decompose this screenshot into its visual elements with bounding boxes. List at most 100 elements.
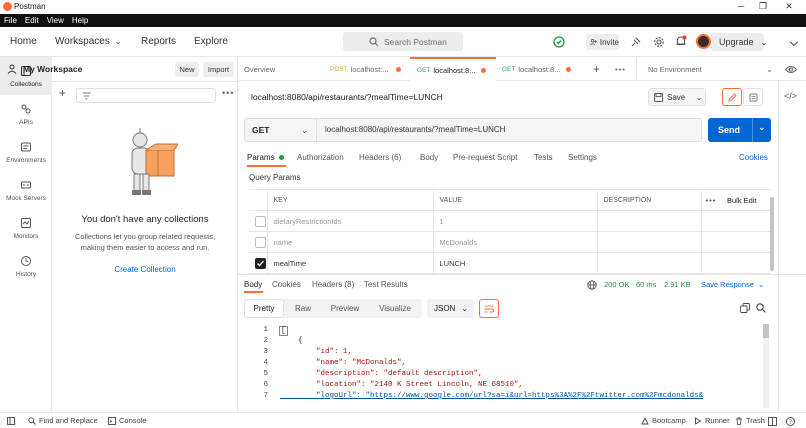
sync-status-icon[interactable]: [553, 36, 565, 48]
add-collection-icon[interactable]: +: [59, 86, 66, 100]
send-button[interactable]: Send ⌄: [708, 118, 771, 142]
environment-select[interactable]: No Environment ⌄: [648, 57, 773, 81]
code-snippet-icon[interactable]: </>: [784, 91, 797, 101]
runner-button[interactable]: Runner: [694, 416, 730, 425]
bootcamp-button[interactable]: Bootcamp: [641, 416, 686, 425]
response-body-code[interactable]: 1 [ 2 { 3 "id": 1, 4 "name": "McDonalds"…: [244, 324, 764, 410]
sidebar-item-environments[interactable]: Environments: [0, 133, 52, 171]
new-tab-icon[interactable]: +: [593, 57, 600, 81]
menu-edit[interactable]: Edit: [25, 16, 39, 25]
nav-home[interactable]: Home: [10, 36, 37, 47]
tab-response-body[interactable]: Body: [244, 280, 262, 289]
two-pane-icon[interactable]: [768, 417, 777, 426]
upgrade-button[interactable]: Upgrade ⌄: [711, 33, 767, 51]
param-value[interactable]: 1: [432, 210, 598, 232]
more-options-icon[interactable]: •••: [222, 88, 234, 98]
menu-help[interactable]: Help: [72, 16, 88, 25]
avatar[interactable]: [696, 34, 711, 49]
edit-button[interactable]: [722, 88, 742, 106]
menu-view[interactable]: View: [47, 16, 64, 25]
request-title[interactable]: localhost:8080/api/restaurants/?mealTime…: [251, 92, 443, 102]
nav-workspaces[interactable]: Workspaces ⌄: [55, 36, 122, 47]
view-pretty[interactable]: Pretty: [244, 299, 284, 318]
satellite-icon[interactable]: [630, 36, 642, 48]
nav-explore[interactable]: Explore: [194, 36, 228, 47]
view-raw[interactable]: Raw: [284, 299, 322, 318]
tab-test-results[interactable]: Test Results: [364, 280, 408, 289]
help-icon[interactable]: ?: [786, 417, 795, 426]
url-input[interactable]: localhost:8080/api/restaurants/?mealTime…: [325, 125, 505, 134]
tab-body[interactable]: Body: [420, 153, 438, 162]
param-description[interactable]: [596, 231, 702, 253]
find-replace-button[interactable]: Find and Replace: [28, 416, 98, 425]
import-button[interactable]: Import: [203, 62, 234, 77]
trash-button[interactable]: Trash: [735, 416, 765, 425]
console-button[interactable]: Console: [108, 416, 147, 425]
globe-icon[interactable]: [587, 280, 597, 290]
toggle-sidebar-icon[interactable]: [7, 417, 15, 425]
view-preview[interactable]: Preview: [322, 299, 368, 318]
create-collection-link[interactable]: Create Collection: [52, 265, 238, 274]
save-response-button[interactable]: Save Response ⌄: [701, 280, 764, 289]
param-description[interactable]: [596, 210, 702, 232]
param-checkbox[interactable]: [255, 236, 266, 248]
tab-settings[interactable]: Settings: [568, 153, 597, 162]
response-size[interactable]: 2.91 KB: [664, 280, 691, 289]
tab-request-1[interactable]: POST localhost:...: [330, 57, 410, 81]
sidebar-item-apis[interactable]: APIs: [0, 95, 52, 133]
more-tabs-icon[interactable]: •••: [615, 57, 626, 81]
tab-tests[interactable]: Tests: [534, 153, 553, 162]
param-key[interactable]: mealTime: [266, 252, 434, 274]
more-options-icon[interactable]: •••: [700, 189, 725, 211]
close-icon[interactable]: ✕: [782, 1, 796, 12]
workspace-name[interactable]: My Workspace: [23, 64, 82, 74]
param-checkbox-checked[interactable]: [255, 257, 266, 269]
tab-request-3[interactable]: GET localhost:8...: [502, 57, 582, 81]
minimize-icon[interactable]: ─: [734, 1, 748, 11]
param-key[interactable]: name: [266, 231, 434, 253]
sidebar-item-history[interactable]: History: [0, 247, 52, 285]
method-select[interactable]: GET ⌄: [245, 119, 317, 141]
menu-file[interactable]: File: [4, 16, 17, 25]
gear-icon[interactable]: [653, 36, 665, 48]
tab-response-headers[interactable]: Headers (8): [312, 280, 354, 289]
param-value[interactable]: LUNCH: [432, 252, 598, 274]
invite-button[interactable]: Invite: [586, 34, 619, 50]
maximize-icon[interactable]: ❐: [756, 1, 770, 12]
search-icon[interactable]: [756, 303, 766, 313]
response-time[interactable]: 60 ms: [636, 280, 656, 289]
param-value[interactable]: McDonalds: [432, 231, 598, 253]
code-scrollbar-thumb[interactable]: [763, 324, 769, 338]
view-visualize[interactable]: Visualize: [368, 299, 422, 318]
sidebar-item-monitors[interactable]: Monitors: [0, 209, 52, 247]
bell-icon[interactable]: [675, 35, 687, 48]
copy-icon[interactable]: [740, 303, 750, 313]
new-button[interactable]: New: [175, 62, 199, 77]
sidebar-item-collections[interactable]: Collections: [0, 57, 52, 95]
format-select[interactable]: JSON ⌄: [427, 299, 474, 318]
tab-overview[interactable]: Overview: [244, 57, 275, 81]
tab-request-2[interactable]: GET localhost:8...: [410, 57, 496, 81]
response-status[interactable]: 200 OK: [604, 280, 629, 289]
search-input[interactable]: Search Postman: [343, 32, 463, 51]
params-scrollbar[interactable]: [770, 197, 774, 271]
filter-input[interactable]: [76, 88, 216, 103]
wrap-lines-button[interactable]: [479, 299, 499, 318]
sidebar-item-mock-servers[interactable]: Mock Servers: [0, 171, 52, 209]
param-checkbox[interactable]: [255, 215, 266, 227]
documentation-button[interactable]: [743, 88, 763, 106]
param-key[interactable]: dietaryRestrictionIds: [266, 210, 434, 232]
bulk-edit-button[interactable]: Bulk Edit: [725, 189, 771, 211]
tab-headers[interactable]: Headers (6): [359, 153, 401, 162]
tab-pre-request-script[interactable]: Pre-request Script: [453, 153, 517, 162]
chevron-down-icon[interactable]: [789, 37, 799, 47]
tab-response-cookies[interactable]: Cookies: [272, 280, 301, 289]
save-options-chevron-icon[interactable]: ⌄: [692, 88, 706, 106]
tab-params[interactable]: Params: [247, 153, 284, 162]
param-description[interactable]: [596, 252, 702, 274]
nav-reports[interactable]: Reports: [141, 36, 176, 47]
eye-icon[interactable]: [785, 65, 797, 74]
tab-authorization[interactable]: Authorization: [297, 153, 344, 162]
cookies-link[interactable]: Cookies: [739, 153, 768, 162]
code-scrollbar-track[interactable]: [763, 324, 769, 408]
